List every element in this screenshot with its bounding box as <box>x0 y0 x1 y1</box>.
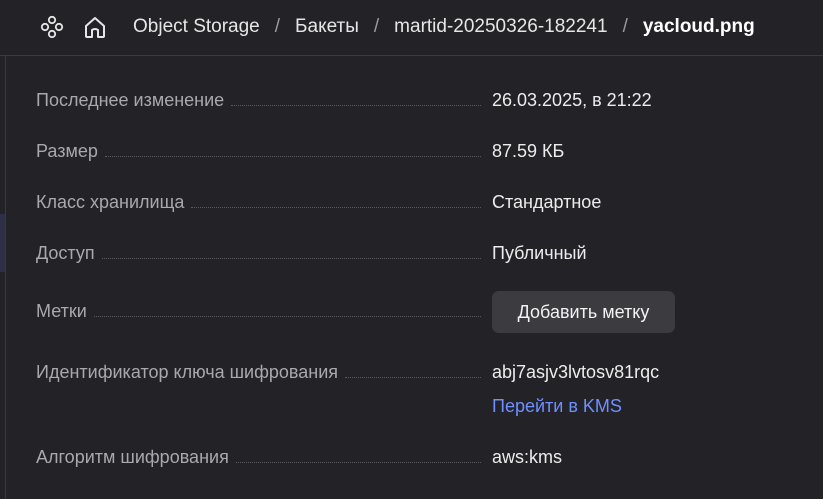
cloud-services-icon[interactable] <box>38 13 66 41</box>
add-tag-button[interactable]: Добавить метку <box>492 291 675 333</box>
dotted-leader <box>93 316 481 317</box>
access-value: Публичный <box>492 243 587 263</box>
breadcrumb-buckets[interactable]: Бакеты <box>295 16 359 38</box>
left-panel-active-marker <box>0 214 5 272</box>
dotted-leader <box>345 377 481 378</box>
top-bar: Object Storage / Бакеты / martid-2025032… <box>0 0 823 56</box>
row-encryption-algorithm: Алгоритм шифрования <box>36 446 481 468</box>
storage-class-label: Класс хранилища <box>36 192 185 212</box>
dotted-leader <box>104 156 481 157</box>
encryption-key-value: abj7asjv3lvtosv81rqc <box>492 362 660 382</box>
row-encryption-key: Идентификатор ключа шифрования <box>36 361 481 383</box>
breadcrumb-separator: / <box>622 16 628 37</box>
dotted-leader <box>101 258 481 259</box>
dotted-leader <box>231 105 481 106</box>
storage-class-value: Стандартное <box>492 192 602 212</box>
home-icon[interactable] <box>81 13 109 41</box>
row-size: Размер <box>36 140 481 162</box>
row-tags: Метки <box>36 300 481 322</box>
encryption-algorithm-value: aws:kms <box>492 447 563 467</box>
size-value: 87.59 КБ <box>492 141 565 161</box>
breadcrumb-bucket[interactable]: martid-20250326-182241 <box>394 16 607 38</box>
size-label: Размер <box>36 141 98 161</box>
last-modified-label: Последнее изменение <box>36 90 225 110</box>
breadcrumb: Object Storage / Бакеты / martid-2025032… <box>133 0 755 54</box>
encryption-key-label: Идентификатор ключа шифрования <box>36 362 339 382</box>
row-storage-class: Класс хранилища <box>36 191 481 213</box>
encryption-algorithm-label: Алгоритм шифрования <box>36 447 229 467</box>
dotted-leader <box>191 207 481 208</box>
breadcrumb-object-storage[interactable]: Object Storage <box>133 16 260 38</box>
breadcrumb-separator: / <box>373 16 380 37</box>
row-last-modified: Последнее изменение <box>36 89 481 111</box>
dotted-leader <box>235 462 481 463</box>
last-modified-value: 26.03.2025, в 21:22 <box>492 90 652 110</box>
tags-label: Метки <box>36 301 87 321</box>
go-to-kms-link[interactable]: Перейти в KMS <box>492 395 622 417</box>
breadcrumb-separator: / <box>274 16 281 37</box>
access-label: Доступ <box>36 243 95 263</box>
left-panel-edge <box>0 56 6 499</box>
breadcrumb-current-object: yacloud.png <box>642 16 755 37</box>
row-access: Доступ <box>36 242 481 264</box>
